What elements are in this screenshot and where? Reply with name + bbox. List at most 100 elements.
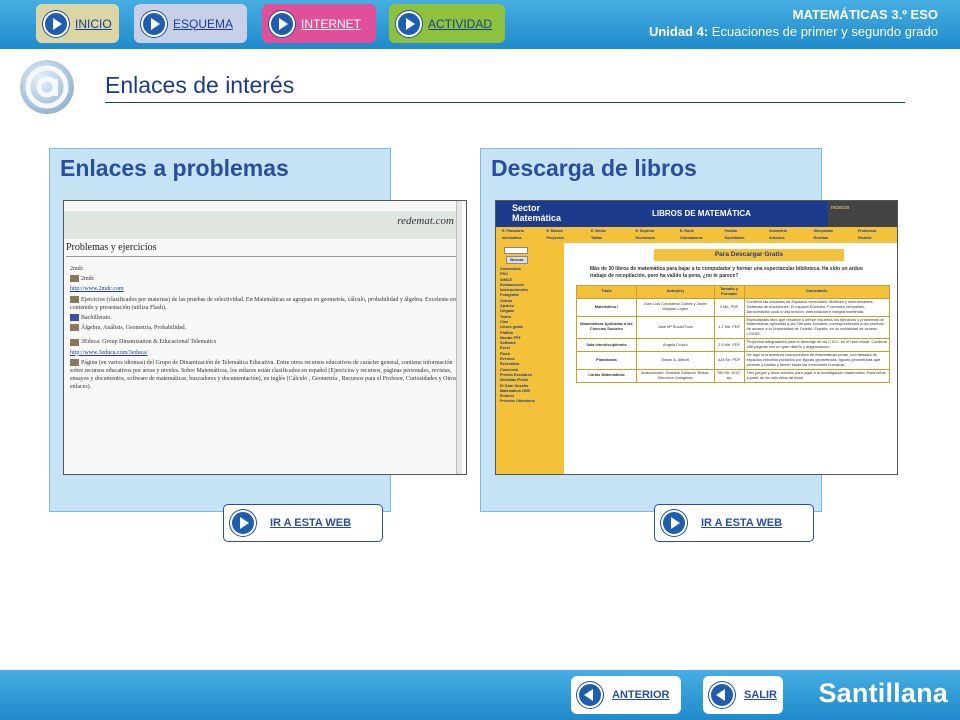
play-icon — [141, 10, 167, 37]
note-icon — [70, 358, 79, 366]
list-item: 2mdc — [70, 275, 460, 283]
site-header: Sector Matemática LIBROS DE MATEMÁTICA m… — [496, 201, 897, 227]
site-menu-item[interactable]: Geometría — [769, 229, 787, 233]
salir-button[interactable]: SALIR — [703, 676, 783, 714]
site-search-input[interactable] — [504, 247, 528, 254]
site-menu-item[interactable]: E. Media — [591, 229, 606, 233]
nav-internet-button[interactable]: INTERNET — [262, 4, 376, 43]
page-title: Enlaces de interés — [105, 72, 295, 98]
list-item: Ejercicios (clasificados por materias) d… — [70, 295, 456, 311]
table-cell[interactable]: Matemáticas Aplicadas a las Ciencias Soc… — [576, 315, 637, 340]
site-search-button[interactable]: Buscar — [506, 256, 528, 264]
site-menu-item[interactable]: E. Básica — [547, 229, 563, 233]
site-menu-item[interactable]: Tablas — [591, 236, 602, 240]
redemat-list: 2mdc 2mdc http://www.2mdc.com Ejercicios… — [70, 263, 460, 392]
at-sign-icon — [20, 60, 74, 114]
site-menu-item[interactable]: E. Parvularia — [502, 229, 524, 233]
list-link[interactable]: http://www.3educa.com/3educa/ — [70, 349, 460, 357]
bottom-bar — [0, 670, 960, 720]
table-row: Matemática I Juan Luis Covolaedo Cortes y… — [576, 297, 891, 317]
back-arrow-icon — [577, 682, 603, 708]
salir-label: SALIR — [744, 689, 777, 701]
play-icon — [43, 10, 69, 37]
table-cell: 424 Kb. PDF — [713, 350, 745, 370]
site-sidebar-list: Contenidos PSU SIMCE Evaluaciones Internacio… — [500, 267, 560, 405]
table-cell: 3 Mb. PDF — [713, 297, 745, 317]
table-cell: Proyectos integradores para el abordaje … — [743, 338, 891, 352]
site-menu-item[interactable]: Sociedades — [725, 236, 745, 240]
site-menu-item[interactable]: Diccionario — [636, 236, 656, 240]
list-item: Bachillerato. — [70, 314, 460, 322]
table-cell: Tres juegos y doce cuentos para jugar a … — [743, 368, 891, 383]
download-intro: Más de 30 libros de matemática para baja… — [590, 266, 863, 279]
table-cell: 1,2 Mb. PDF — [713, 315, 745, 340]
play-icon — [396, 10, 422, 37]
play-icon — [269, 10, 295, 37]
santillana-logo: Santillana — [818, 678, 948, 708]
site-menu-item[interactable]: E. Superior — [636, 229, 655, 233]
play-icon — [230, 510, 256, 536]
table-cell[interactable]: Sala interdisciplinaria — [576, 338, 637, 352]
table-cell[interactable]: Planilandia — [576, 350, 637, 370]
scrollbar[interactable] — [456, 201, 462, 474]
site-menu-item[interactable]: Revistas — [814, 236, 829, 240]
website-preview-sectormatematica: Sector Matemática LIBROS DE MATEMÁTICA m… — [495, 200, 898, 475]
nav-esquema-label: ESQUEMA — [173, 16, 234, 31]
books-table: Título Autor(es) Tamaño y Formato Coment… — [576, 285, 891, 383]
nav-inicio-label: INICIO — [75, 16, 112, 31]
site-menu-item[interactable]: Olimpiadas — [814, 229, 833, 233]
site-menu-item[interactable]: Problemas — [858, 229, 876, 233]
panel-descarga-libros: Descarga de libros Sector Matemática LIB… — [480, 148, 898, 512]
topic-icon — [70, 324, 79, 332]
site-sidebar-item[interactable]: Premios Obtenidos — [500, 399, 560, 404]
nav-inicio-button[interactable]: INICIO — [36, 4, 119, 43]
site-menu-item[interactable]: Familia — [725, 229, 737, 233]
go-to-web-label: IR A ESTA WEB — [270, 517, 352, 529]
site-menu-item[interactable]: Proyectos — [547, 236, 564, 240]
list-link[interactable]: http://www.2mdc.com — [70, 285, 460, 293]
books-table-body: Matemática I Juan Luis Covolaedo Cortes y… — [576, 297, 891, 383]
table-cell: Especialistas libro que resuelve y ofrec… — [743, 315, 891, 340]
site-menu-item[interactable]: Artículos — [769, 236, 785, 240]
table-header-row: Título Autor(es) Tamaño y Formato Coment… — [576, 285, 891, 299]
go-to-web-label: IR A ESTA WEB — [701, 517, 783, 529]
redemat-heading: Problemas y ejercicios — [66, 242, 157, 253]
unit-label: Unidad 4: — [648, 24, 709, 39]
course-info: MATEMÁTICAS 3.º ESO Unidad 4: Ecuaciones… — [649, 6, 938, 41]
table-cell: Angela Crochi — [635, 338, 715, 352]
column-header: Comentario — [743, 285, 891, 299]
nav-actividad-label: ACTIVIDAD — [428, 16, 493, 31]
site-menu-item[interactable]: Informática — [502, 236, 521, 240]
site-menu-item[interactable]: Calculadoras — [680, 236, 703, 240]
panel-title: Descarga de libros — [491, 155, 697, 181]
list-item: 2mdc — [70, 266, 84, 272]
panel-title: Enlaces a problemas — [60, 155, 289, 181]
site-menu-item[interactable]: Historia — [858, 236, 871, 240]
go-to-web-button-problemas[interactable]: IR A ESTA WEB — [223, 504, 383, 542]
download-title: Para Descargar Gratis — [654, 249, 844, 261]
site-header-title: LIBROS DE MATEMÁTICA — [652, 209, 751, 218]
list-item: 3Educa: Group Dinamization & Educacional… — [70, 338, 460, 346]
play-icon — [661, 510, 687, 536]
table-cell: 780 Kb. DOC, zip — [713, 368, 745, 383]
anterior-label: ANTERIOR — [612, 689, 670, 701]
pencil-icon — [70, 275, 79, 283]
nav-actividad-button[interactable]: ACTIVIDAD — [389, 4, 505, 43]
redemat-page: redemat.com Problemas y ejercicios 2mdc … — [64, 201, 462, 474]
list-item: Álgebra, Análisis, Geometría, Probabilid… — [70, 324, 460, 332]
table-cell[interactable]: Cartas Matemáticas — [576, 368, 637, 383]
anterior-button[interactable]: ANTERIOR — [571, 676, 681, 714]
site-sidebar: Buscar Contenidos PSU SIMCE Evaluaciones Int… — [496, 243, 564, 474]
course-subject: MATEMÁTICAS 3.º ESO — [792, 7, 938, 22]
column-header: Título — [576, 285, 637, 299]
nav-esquema-button[interactable]: ESQUEMA — [134, 4, 247, 43]
page: INICIO ESQUEMA INTERNET ACTIVIDAD MATEMÁ… — [0, 0, 960, 720]
redemat-divider — [66, 256, 460, 257]
go-to-web-button-libros[interactable]: IR A ESTA WEB — [654, 504, 814, 542]
table-cell: Jose Mª Rocali Tous — [635, 315, 715, 340]
table-cell[interactable]: Matemática I — [576, 297, 637, 317]
panel-enlaces-problemas: Enlaces a problemas redemat.com Problema… — [49, 148, 467, 512]
site-menu-item[interactable]: E. Rural — [680, 229, 694, 233]
pencil-icon — [70, 338, 79, 346]
table-row: Cartas Matemáticas Ilustraciones: Graciel… — [576, 368, 891, 383]
